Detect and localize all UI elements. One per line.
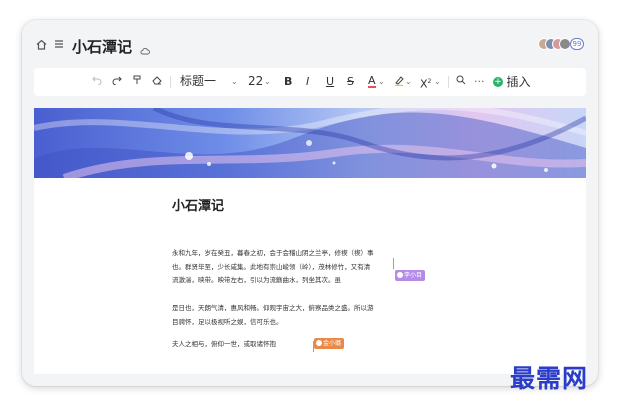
more-button[interactable]: ··· [474,75,485,89]
content-heading[interactable]: 小石潭记 [172,195,224,214]
text-line: 夫人之相与，俯仰一世，或取诸怀抱 [172,340,276,348]
collaborator-avatars[interactable]: 99 [538,38,584,52]
bold-button[interactable]: B [284,75,292,89]
chevron-down-icon[interactable]: ⌄ [378,75,385,89]
editor-window: 小石潭记 99 标题一 ⌄ 22 ⌄ B I U S A ⌄ ⌄ X2 ⌄ ··… [22,20,598,386]
collaborator-count-badge[interactable]: 99 [570,38,584,50]
italic-button[interactable]: I [306,75,309,89]
avatar [397,272,403,278]
paragraph[interactable]: 是日也，天朗气清，惠风和畅。仰观宇宙之大，俯察品类之盛。所以游 目骋怀，足以极视… [172,302,440,329]
text-line: 目骋怀，足以极视听之娱，信可乐也。 [172,317,283,326]
paragraph[interactable]: 永和九年，岁在癸丑，暮春之初，会于会稽山阴之兰亭，修禊（禊）事 也。群贤毕至，少… [172,247,440,288]
toolbar-divider [448,76,449,88]
chevron-down-icon[interactable]: ⌄ [231,75,238,89]
chevron-down-icon[interactable]: ⌄ [264,75,271,89]
text-line: 永和九年，岁在癸丑，暮春之初，会于会稽山阴之兰亭，修禊（禊）事 [172,249,374,257]
collaborator-name: 李小目 [404,272,423,279]
redo-icon[interactable] [112,75,122,89]
heading-style-select[interactable]: 标题一 [180,74,216,88]
watermark-logo: 最需网 [510,364,589,393]
document-title[interactable]: 小石潭记 [72,36,132,57]
cloud-sync-icon [140,40,150,55]
cover-image [34,108,586,178]
format-painter-icon[interactable] [132,75,142,89]
avatar [316,340,322,346]
insert-label: 插入 [506,75,531,89]
document-page[interactable]: 小石潭记 永和九年，岁在癸丑，暮春之初，会于会稽山阴之兰亭，修禊（禊）事 也。群… [34,108,586,374]
strikethrough-button[interactable]: S [347,75,354,89]
eraser-icon[interactable] [152,75,162,89]
collaborator-tag: 金小璐 [314,338,345,349]
plus-icon: + [493,77,503,87]
underline-button[interactable]: U [326,75,334,89]
search-icon[interactable] [456,75,466,89]
insert-button[interactable]: + 插入 [493,75,531,89]
formatting-toolbar: 标题一 ⌄ 22 ⌄ B I U S A ⌄ ⌄ X2 ⌄ ··· + 插入 [34,68,586,96]
title-bar: 小石潭记 99 [22,20,598,66]
collaborator-cursor [393,258,394,269]
font-color-button[interactable]: A [368,75,376,88]
chevron-down-icon[interactable]: ⌄ [434,75,441,89]
paragraph[interactable]: 夫人之相与，俯仰一世，或取诸怀抱 [172,338,440,352]
superscript-button[interactable]: X2 [420,75,431,92]
highlight-pen-icon[interactable] [394,75,404,90]
text-line: 是日也，天朗气清，惠风和畅。仰观宇宙之大，俯察品类之盛。所以游 [172,304,374,312]
home-icon[interactable] [36,39,47,52]
undo-icon[interactable] [92,75,102,89]
collaborator-name: 金小璐 [323,340,342,347]
collaborator-tag: 李小目 [395,270,426,281]
toolbar-divider [170,76,171,88]
font-size-select[interactable]: 22 [248,74,263,88]
chevron-down-icon[interactable]: ⌄ [405,75,412,89]
menu-icon[interactable] [54,39,64,51]
